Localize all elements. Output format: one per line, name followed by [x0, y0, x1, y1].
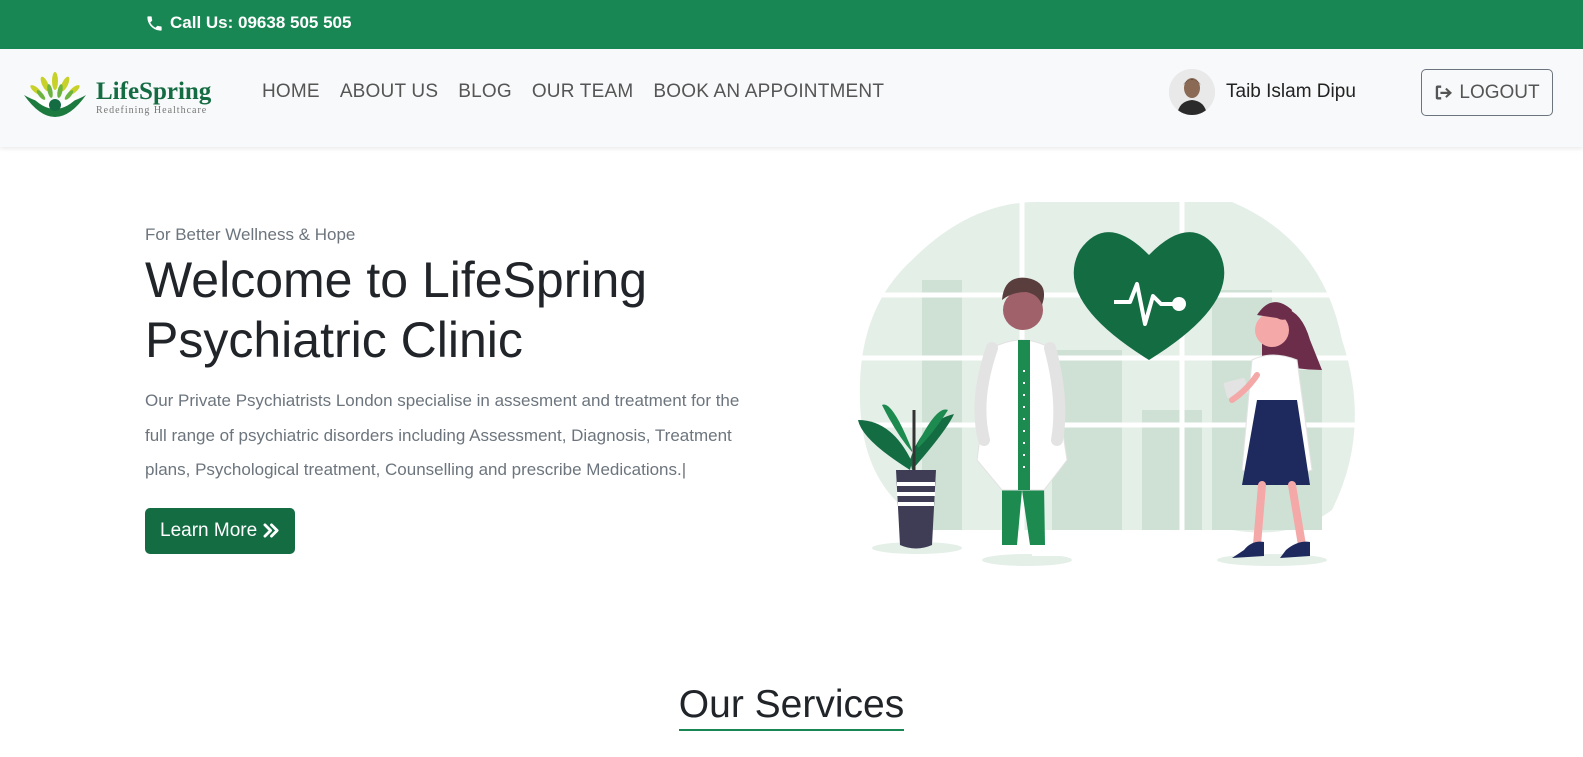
services-section: Our Services — [0, 683, 1583, 731]
nav-book-appointment[interactable]: BOOK AN APPOINTMENT — [653, 81, 884, 103]
nav-home[interactable]: HOME — [262, 81, 320, 103]
phone-icon — [147, 15, 162, 31]
avatar — [1169, 69, 1215, 115]
user-profile[interactable]: Taib Islam Dipu — [1169, 69, 1356, 115]
user-photo-icon — [1169, 69, 1215, 115]
top-contact-bar: Call Us: 09638 505 505 — [0, 0, 1583, 49]
brand-tagline: Redefining Healthcare — [96, 105, 208, 116]
learn-more-label: Learn More — [160, 519, 258, 541]
learn-more-button[interactable]: Learn More — [145, 507, 296, 554]
doctors-illustration — [852, 200, 1372, 566]
double-chevron-right-icon — [263, 523, 279, 538]
hero-title-line2: Psychiatric Clinic — [145, 312, 523, 368]
nav-about-us[interactable]: ABOUT US — [340, 81, 438, 103]
hero-eyebrow: For Better Wellness & Hope — [145, 225, 356, 244]
hero-title-line1: Welcome to LifeSpring — [145, 252, 648, 308]
hero-description: Our Private Psychiatrists London special… — [145, 391, 740, 479]
logout-label: LOGOUT — [1459, 81, 1540, 103]
brand-logo[interactable]: LifeSpring Redefining Healthcare — [20, 69, 211, 127]
hero-title: Welcome to LifeSpring Psychiatric Clinic — [145, 250, 785, 370]
lotus-logo-icon — [24, 72, 86, 117]
user-name: Taib Islam Dipu — [1226, 81, 1356, 102]
nav-blog[interactable]: BLOG — [458, 81, 512, 103]
hero-section: For Better Wellness & Hope Welcome to Li… — [145, 225, 785, 554]
call-us[interactable]: Call Us: 09638 505 505 — [145, 13, 351, 33]
call-us-text: Call Us: 09638 505 505 — [170, 13, 352, 32]
services-heading: Our Services — [678, 683, 905, 731]
logout-icon — [1436, 85, 1453, 100]
main-navbar: LifeSpring Redefining Healthcare HOME AB… — [0, 49, 1583, 147]
brand-name: LifeSpring — [96, 78, 212, 105]
nav-menu: HOME ABOUT US BLOG OUR TEAM BOOK AN APPO… — [262, 81, 884, 103]
nav-our-team[interactable]: OUR TEAM — [532, 81, 634, 103]
logout-button[interactable]: LOGOUT — [1421, 69, 1553, 116]
